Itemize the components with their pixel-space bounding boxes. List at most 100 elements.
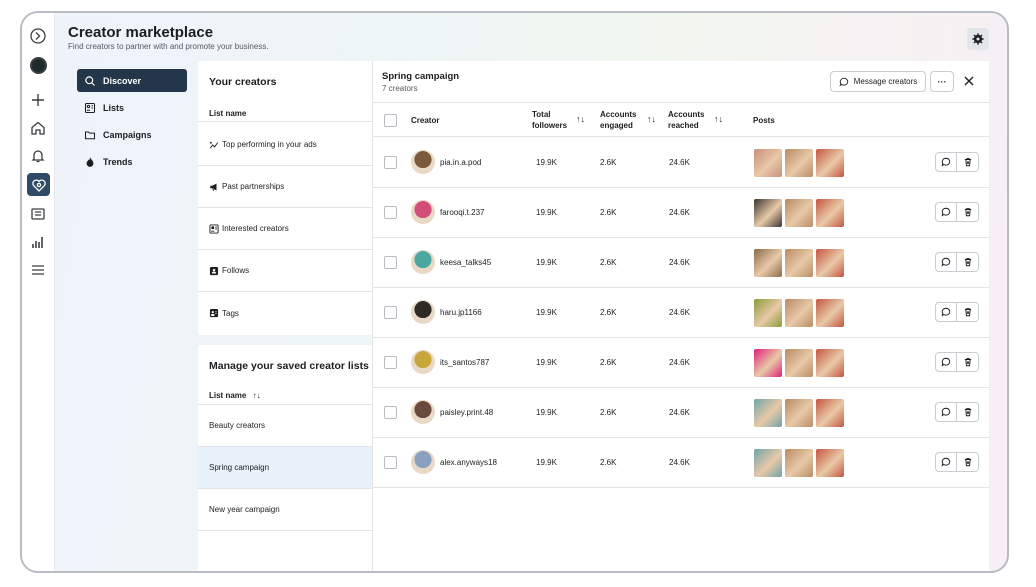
plus-icon[interactable] <box>28 90 48 110</box>
home-icon[interactable] <box>28 118 48 138</box>
avatar[interactable] <box>411 200 435 224</box>
sort-icon[interactable]: ↑↓ <box>253 391 261 400</box>
col-accounts-engaged[interactable]: Accounts engaged <box>600 109 636 131</box>
col-accounts-reached[interactable]: Accounts reached <box>668 109 704 131</box>
sidebar-item-campaigns[interactable]: Campaigns <box>77 123 187 146</box>
list-item-past-partnerships[interactable]: Past partnerships <box>198 166 372 208</box>
creator-name[interactable]: haru.jp1166 <box>440 308 482 317</box>
accounts-reached: 24.6K <box>669 258 690 267</box>
avatar[interactable] <box>411 400 435 424</box>
message-creator-button[interactable] <box>935 252 957 272</box>
table-row[interactable]: keesa_talks45 19.9K 2.6K 24.6K <box>373 238 990 288</box>
message-creator-button[interactable] <box>935 452 957 472</box>
message-creator-button[interactable] <box>935 152 957 172</box>
post-thumbnail[interactable] <box>785 299 813 327</box>
post-thumbnail[interactable] <box>816 149 844 177</box>
more-options-button[interactable]: ··· <box>930 71 954 92</box>
row-checkbox[interactable] <box>384 406 397 419</box>
post-thumbnail[interactable] <box>785 249 813 277</box>
creator-name[interactable]: its_santos787 <box>440 358 489 367</box>
post-thumbnail[interactable] <box>785 149 813 177</box>
post-thumbnail[interactable] <box>754 199 782 227</box>
col-creator[interactable]: Creator <box>411 115 439 126</box>
insights-icon[interactable] <box>28 232 48 252</box>
post-thumbnail[interactable] <box>754 449 782 477</box>
row-checkbox[interactable] <box>384 206 397 219</box>
row-checkbox[interactable] <box>384 256 397 269</box>
creator-marketplace-icon[interactable] <box>27 173 50 196</box>
select-all-checkbox[interactable] <box>384 114 397 127</box>
message-creator-button[interactable] <box>935 302 957 322</box>
table-row[interactable]: farooqi.t.237 19.9K 2.6K 24.6K <box>373 188 990 238</box>
avatar[interactable] <box>411 300 435 324</box>
row-checkbox[interactable] <box>384 456 397 469</box>
table-row[interactable]: its_santos787 19.9K 2.6K 24.6K <box>373 338 990 388</box>
saved-list-new-year-campaign[interactable]: New year campaign <box>198 489 372 531</box>
sort-reached-icon[interactable]: ↑↓ <box>714 114 723 124</box>
sidebar-item-trends[interactable]: Trends <box>77 150 187 173</box>
table-row[interactable]: paisley.print.48 19.9K 2.6K 24.6K <box>373 388 990 438</box>
remove-creator-button[interactable] <box>957 402 979 422</box>
post-thumbnail[interactable] <box>816 249 844 277</box>
remove-creator-button[interactable] <box>957 252 979 272</box>
sort-engaged-icon[interactable]: ↑↓ <box>647 114 656 124</box>
logo-icon[interactable] <box>28 26 48 46</box>
post-thumbnail[interactable] <box>785 199 813 227</box>
message-creator-button[interactable] <box>935 402 957 422</box>
remove-creator-button[interactable] <box>957 352 979 372</box>
col-total-followers[interactable]: Total followers <box>532 109 567 131</box>
post-thumbnail[interactable] <box>816 399 844 427</box>
sidebar-item-lists[interactable]: Lists <box>77 96 187 119</box>
list-item-follows[interactable]: Follows <box>198 250 372 292</box>
menu-icon[interactable] <box>28 260 48 280</box>
creator-name[interactable]: keesa_talks45 <box>440 258 491 267</box>
post-thumbnail[interactable] <box>754 349 782 377</box>
avatar[interactable] <box>411 350 435 374</box>
message-creators-button[interactable]: Message creators <box>830 71 926 92</box>
post-thumbnail[interactable] <box>816 299 844 327</box>
avatar[interactable] <box>411 450 435 474</box>
row-checkbox[interactable] <box>384 306 397 319</box>
settings-button[interactable] <box>967 28 989 50</box>
row-checkbox[interactable] <box>384 156 397 169</box>
post-thumbnail[interactable] <box>785 399 813 427</box>
post-thumbnail[interactable] <box>754 299 782 327</box>
remove-creator-button[interactable] <box>957 202 979 222</box>
row-checkbox[interactable] <box>384 356 397 369</box>
message-creator-button[interactable] <box>935 202 957 222</box>
profile-avatar[interactable] <box>30 57 47 74</box>
list-item-tags[interactable]: Tags <box>198 292 372 334</box>
table-row[interactable]: alex.anyways18 19.9K 2.6K 24.6K <box>373 438 990 488</box>
remove-creator-button[interactable] <box>957 452 979 472</box>
post-thumbnail[interactable] <box>785 449 813 477</box>
saved-list-name-header[interactable]: List name ↑↓ <box>209 391 261 400</box>
creator-name[interactable]: pia.in.a.pod <box>440 158 481 167</box>
post-thumbnail[interactable] <box>754 149 782 177</box>
sort-followers-icon[interactable]: ↑↓ <box>576 114 585 124</box>
close-button[interactable] <box>961 73 977 89</box>
post-thumbnail[interactable] <box>816 199 844 227</box>
sidebar-item-discover[interactable]: Discover <box>77 69 187 92</box>
creator-name[interactable]: alex.anyways18 <box>440 458 497 467</box>
list-item-interested-creators[interactable]: Interested creators <box>198 208 372 250</box>
remove-creator-button[interactable] <box>957 302 979 322</box>
post-thumbnail[interactable] <box>754 399 782 427</box>
creator-name[interactable]: paisley.print.48 <box>440 408 493 417</box>
media-icon[interactable] <box>28 204 48 224</box>
bell-icon[interactable] <box>28 146 48 166</box>
post-thumbnail[interactable] <box>816 349 844 377</box>
post-thumbnail[interactable] <box>754 249 782 277</box>
table-row[interactable]: pia.in.a.pod 19.9K 2.6K 24.6K <box>373 138 990 188</box>
avatar[interactable] <box>411 250 435 274</box>
saved-list-beauty-creators[interactable]: Beauty creators <box>198 405 372 447</box>
avatar[interactable] <box>411 150 435 174</box>
remove-creator-button[interactable] <box>957 152 979 172</box>
message-creator-button[interactable] <box>935 352 957 372</box>
list-item-top-performing[interactable]: Top performing in your ads <box>198 124 372 166</box>
post-thumbnail[interactable] <box>785 349 813 377</box>
table-row[interactable]: haru.jp1166 19.9K 2.6K 24.6K <box>373 288 990 338</box>
saved-list-spring-campaign[interactable]: Spring campaign <box>198 447 372 489</box>
creator-name[interactable]: farooqi.t.237 <box>440 208 484 217</box>
trash-icon <box>964 158 971 167</box>
post-thumbnail[interactable] <box>816 449 844 477</box>
